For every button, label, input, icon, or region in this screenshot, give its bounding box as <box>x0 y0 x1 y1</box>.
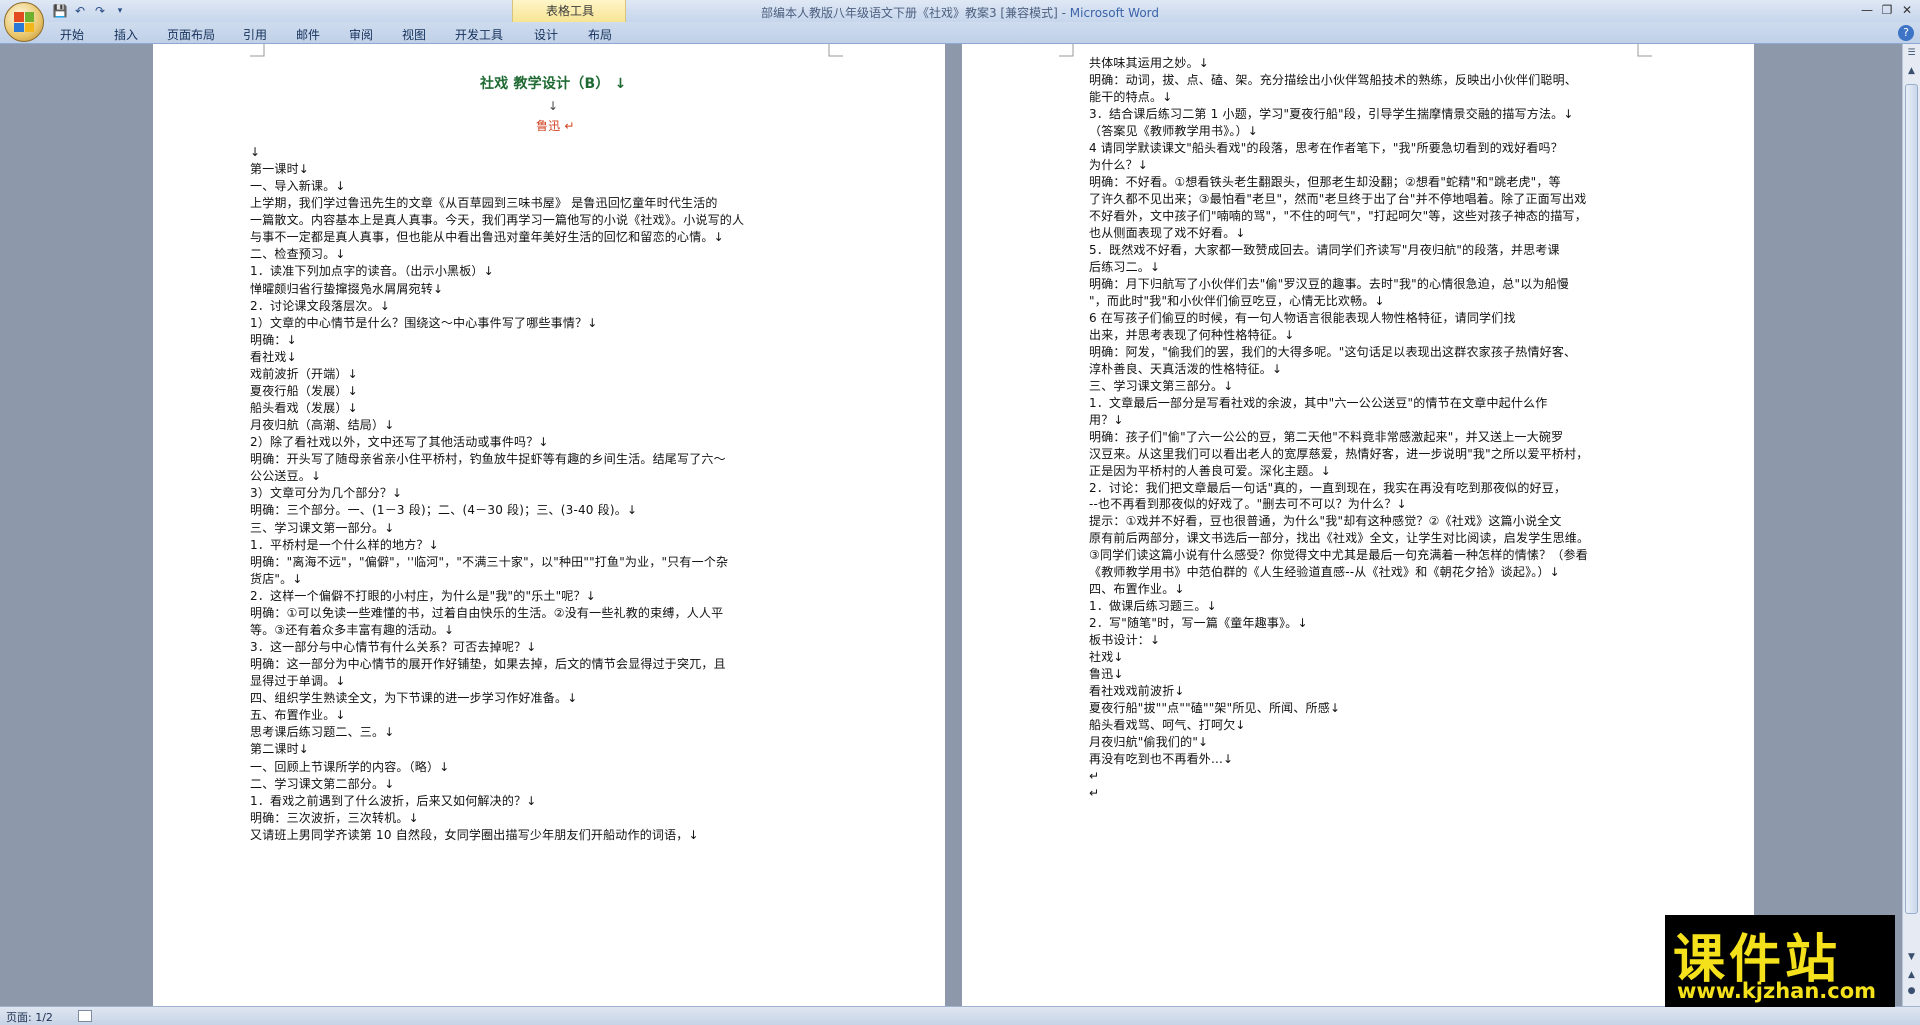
help-icon[interactable]: ? <box>1898 25 1914 41</box>
crop-mark-top-right <box>1637 44 1652 57</box>
tab-mailings[interactable]: 邮件 <box>296 26 320 43</box>
kjzhan-watermark: 课件站 www.kjzhan.com <box>1665 915 1895 1007</box>
scroll-thumb[interactable] <box>1905 84 1918 914</box>
watermark-url: www.kjzhan.com <box>1677 979 1877 1003</box>
crop-mark-top-right <box>828 44 843 57</box>
crop-mark-top-left <box>250 44 265 57</box>
browse-object-icon[interactable]: ● <box>1905 984 1918 998</box>
text-line: 1．文章最后一部分是写看社戏的余波，其中"六一公公送豆"的情节在文章中起什么作 <box>1089 395 1548 410</box>
crop-mark-top-left <box>1059 44 1074 57</box>
tab-insert[interactable]: 插入 <box>114 26 138 43</box>
tab-developer[interactable]: 开发工具 <box>455 26 503 43</box>
document-page-1[interactable]: 社戏 教学设计（B） ↓ ↓ 鲁迅 ↵ ↓ 第一课时↓ 一、导入新课。↓ 上学期，我们… <box>153 44 945 1006</box>
window-title: 部编本人教版八年级语文下册《社戏》教案3 [兼容模式] - Microsoft … <box>760 6 1160 20</box>
document-workspace: 社戏 教学设计（B） ↓ ↓ 鲁迅 ↵ ↓ 第一课时↓ 一、导入新课。↓ 上学期，我们… <box>0 44 1902 1006</box>
text-line: 再没有吃到也不再看外...↓ <box>1089 752 1234 767</box>
close-icon[interactable]: ✕ <box>1898 2 1916 18</box>
table-tools-title: 表格工具 <box>545 4 594 18</box>
ribbon-tab-bar: 开始 插入 页面布局 引用 邮件 审阅 视图 开发工具 设计 布局 ? <box>0 22 1920 44</box>
text-line: 明确：开头写了随母亲省亲小住平桥村，钓鱼放牛捉虾等有趣的乡间生活。结尾写了六～ <box>250 452 726 467</box>
previous-page-icon[interactable]: ▲ <box>1905 968 1918 982</box>
tab-review[interactable]: 审阅 <box>349 26 373 43</box>
text-line: 又请班上男同学齐读第 10 自然段，女同学圈出描写少年朋友们开船动作的词语，↓ <box>250 827 699 842</box>
minimize-icon[interactable]: — <box>1858 2 1876 18</box>
document-page-2[interactable]: 共体味其运用之妙。↓ 明确：动词，拔、点、磕、架。充分描绘出小伙伴驾船技术的熟练，… <box>962 44 1754 1006</box>
status-bar: 页面: 1/2 <box>0 1006 1920 1025</box>
tab-references[interactable]: 引用 <box>243 26 267 43</box>
text-line: ↵ <box>1089 786 1100 801</box>
page1-title: 社戏 教学设计（B） ↓ <box>480 76 627 92</box>
page-count[interactable]: 页面: 1/2 <box>6 1009 53 1025</box>
page1-blank-line: ↓ <box>548 99 559 113</box>
ruler-toggle-icon[interactable]: ☰ <box>1905 46 1918 60</box>
proofing-status-icon[interactable] <box>78 1010 92 1022</box>
app-name: Microsoft Word <box>1069 6 1160 20</box>
text-line: 1）文章的中心情节是什么？围绕这～中心事件写了哪些事情？↓ <box>250 315 598 330</box>
page1-author: 鲁迅 ↵ <box>536 119 575 133</box>
title-bar: 💾 ↶ ↷ ▾ 部编本人教版八年级语文下册《社戏》教案3 [兼容模式] - Mi… <box>0 0 1920 22</box>
tab-page-layout[interactable]: 页面布局 <box>167 26 215 43</box>
scroll-up-icon[interactable]: ▲ <box>1905 64 1918 78</box>
text-line: 4 请同学默读课文"船头看戏"的段落，思考在作者笔下，"我"所要急切看到的戏好看… <box>1089 140 1563 155</box>
tab-design[interactable]: 设计 <box>534 26 558 43</box>
tab-layout[interactable]: 布局 <box>588 26 612 43</box>
tab-home[interactable]: 开始 <box>60 26 84 43</box>
office-button[interactable] <box>4 2 44 42</box>
office-logo-icon <box>14 12 34 32</box>
text-line: 明确："离海不远"，"偏僻"，''临河"，"不满三十家"，以"种田""打鱼"为业… <box>250 554 729 569</box>
tab-view[interactable]: 视图 <box>402 26 426 43</box>
restore-icon[interactable]: ❐ <box>1878 2 1896 18</box>
vertical-scrollbar[interactable]: ☰ ▲ ▼ ▲ ● <box>1902 44 1920 1006</box>
scroll-down-icon[interactable]: ▼ <box>1905 950 1918 964</box>
